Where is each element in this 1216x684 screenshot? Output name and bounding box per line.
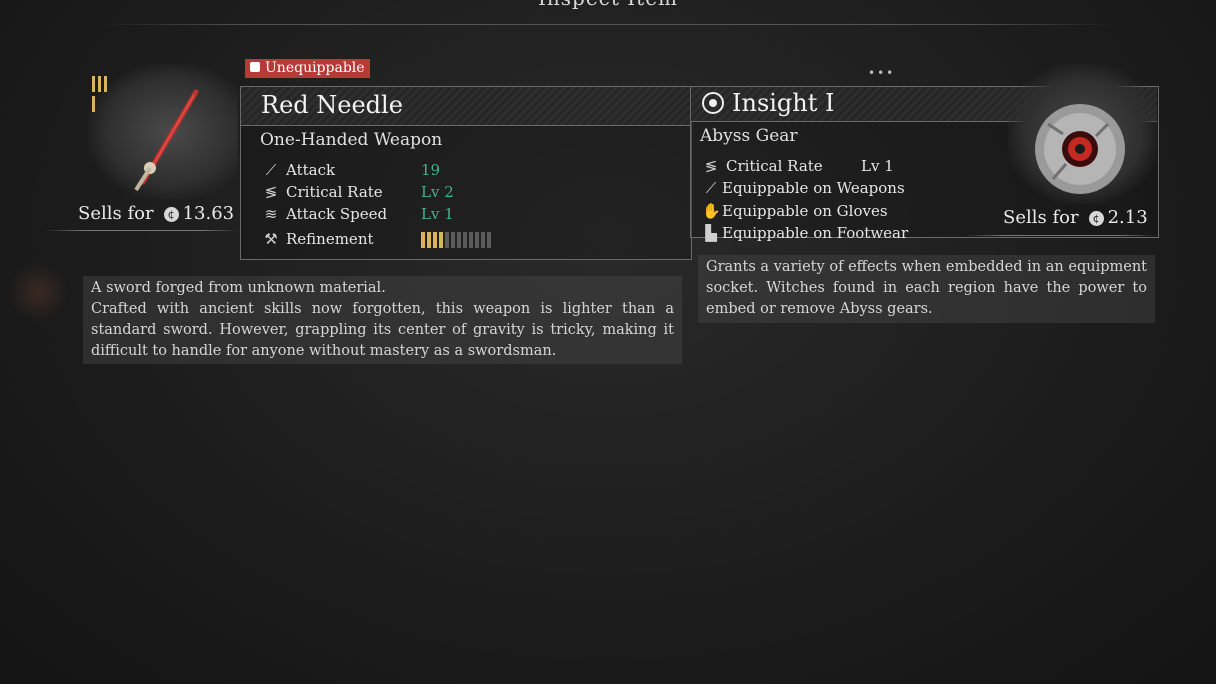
description-line: A sword forged from unknown material.: [91, 280, 386, 296]
stat-value: Lv 1: [861, 157, 894, 175]
gear-type: Abyss Gear: [700, 126, 798, 146]
item-name: Red Needle: [261, 91, 403, 119]
sells-for-label: Sells for: [78, 203, 154, 224]
title-divider: [100, 24, 1116, 25]
item-description: A sword forged from unknown material. Cr…: [83, 276, 682, 364]
right-sell-price: Sells for ¢ 2.13: [1003, 207, 1148, 228]
refinement-pip: [427, 232, 431, 248]
critical-rate-icon: ≶: [704, 157, 718, 175]
refinement-pip: [439, 232, 443, 248]
sells-for-label: Sells for: [1003, 207, 1079, 228]
badge-label: Unequippable: [265, 60, 365, 76]
stat-refinement: ⚒ Refinement: [262, 228, 491, 250]
item-type: One-Handed Weapon: [260, 130, 443, 150]
refinement-icon: ⚒: [264, 230, 278, 248]
sell-divider: [965, 235, 1157, 236]
coin-icon: ¢: [163, 207, 179, 222]
sword-icon: ⟋: [265, 161, 277, 179]
stat-critical-rate: ≶ Critical Rate Lv 2: [262, 181, 454, 203]
refinement-pip: [469, 232, 473, 248]
gear-equip-weapons: ⟋ Equippable on Weapons: [702, 177, 905, 199]
refinement-pip: [487, 232, 491, 248]
gear-thumbnail: [1008, 64, 1158, 204]
stat-attack: ⟋ Attack 19: [262, 159, 440, 181]
price-value: 13.63: [182, 203, 235, 224]
refinement-pip: [481, 232, 485, 248]
abyss-orb-icon: [1035, 104, 1125, 194]
description-paragraph: Crafted with ancient skills now forgotte…: [91, 301, 674, 359]
stat-attack-speed: ≋ Attack Speed Lv 1: [262, 203, 454, 225]
stat-label: Refinement: [286, 230, 374, 248]
abyss-gear-icon: [702, 92, 724, 114]
refinement-bar: [421, 232, 491, 248]
stat-label: Equippable on Weapons: [722, 179, 905, 197]
gear-name-row: Insight I: [702, 89, 835, 117]
stat-value: 19: [421, 161, 441, 179]
stat-label: Attack Speed: [286, 205, 388, 223]
stat-label: Equippable on Footwear: [722, 224, 909, 242]
red-needle-sword-icon: [134, 89, 199, 192]
gear-name: Insight I: [732, 89, 835, 117]
sell-divider: [45, 230, 240, 231]
glove-icon: ✋: [702, 202, 721, 220]
stat-label: Critical Rate: [726, 157, 823, 175]
price-value: 2.13: [1107, 207, 1148, 228]
refinement-pip: [421, 232, 425, 248]
window-title: Inspect Item: [0, 0, 1216, 10]
left-sell-price: Sells for ¢ 13.63: [78, 203, 234, 224]
page-indicator[interactable]: •••: [868, 66, 895, 80]
rarity-bars-icon: [90, 76, 110, 116]
stat-label: Critical Rate: [286, 183, 383, 201]
stat-value: Lv 1: [421, 205, 454, 223]
refinement-pip: [463, 232, 467, 248]
weapon-icon: ⟋: [705, 179, 717, 197]
stat-value: Lv 2: [421, 183, 454, 201]
gear-stat-critical-rate: ≶ Critical Rate Lv 1: [702, 155, 894, 177]
gear-equip-footwear: ▙ Equippable on Footwear: [702, 222, 908, 244]
stat-label: Equippable on Gloves: [722, 202, 888, 220]
refinement-pip: [433, 232, 437, 248]
lock-icon: [250, 62, 260, 72]
gear-equip-gloves: ✋Equippable on Gloves: [702, 200, 888, 222]
boot-icon: ▙: [705, 224, 717, 242]
stat-label: Attack: [286, 161, 336, 179]
critical-rate-icon: ≶: [264, 183, 278, 201]
refinement-pip: [445, 232, 449, 248]
coin-icon: ¢: [1088, 211, 1104, 226]
refinement-pip: [457, 232, 461, 248]
refinement-pip: [451, 232, 455, 248]
side-decoration: [8, 262, 68, 322]
refinement-pip: [475, 232, 479, 248]
item-thumbnail: [88, 64, 238, 199]
unequippable-badge: Unequippable: [245, 59, 370, 78]
attack-speed-icon: ≋: [264, 205, 278, 223]
gear-description: Grants a variety of effects when embedde…: [698, 255, 1155, 323]
